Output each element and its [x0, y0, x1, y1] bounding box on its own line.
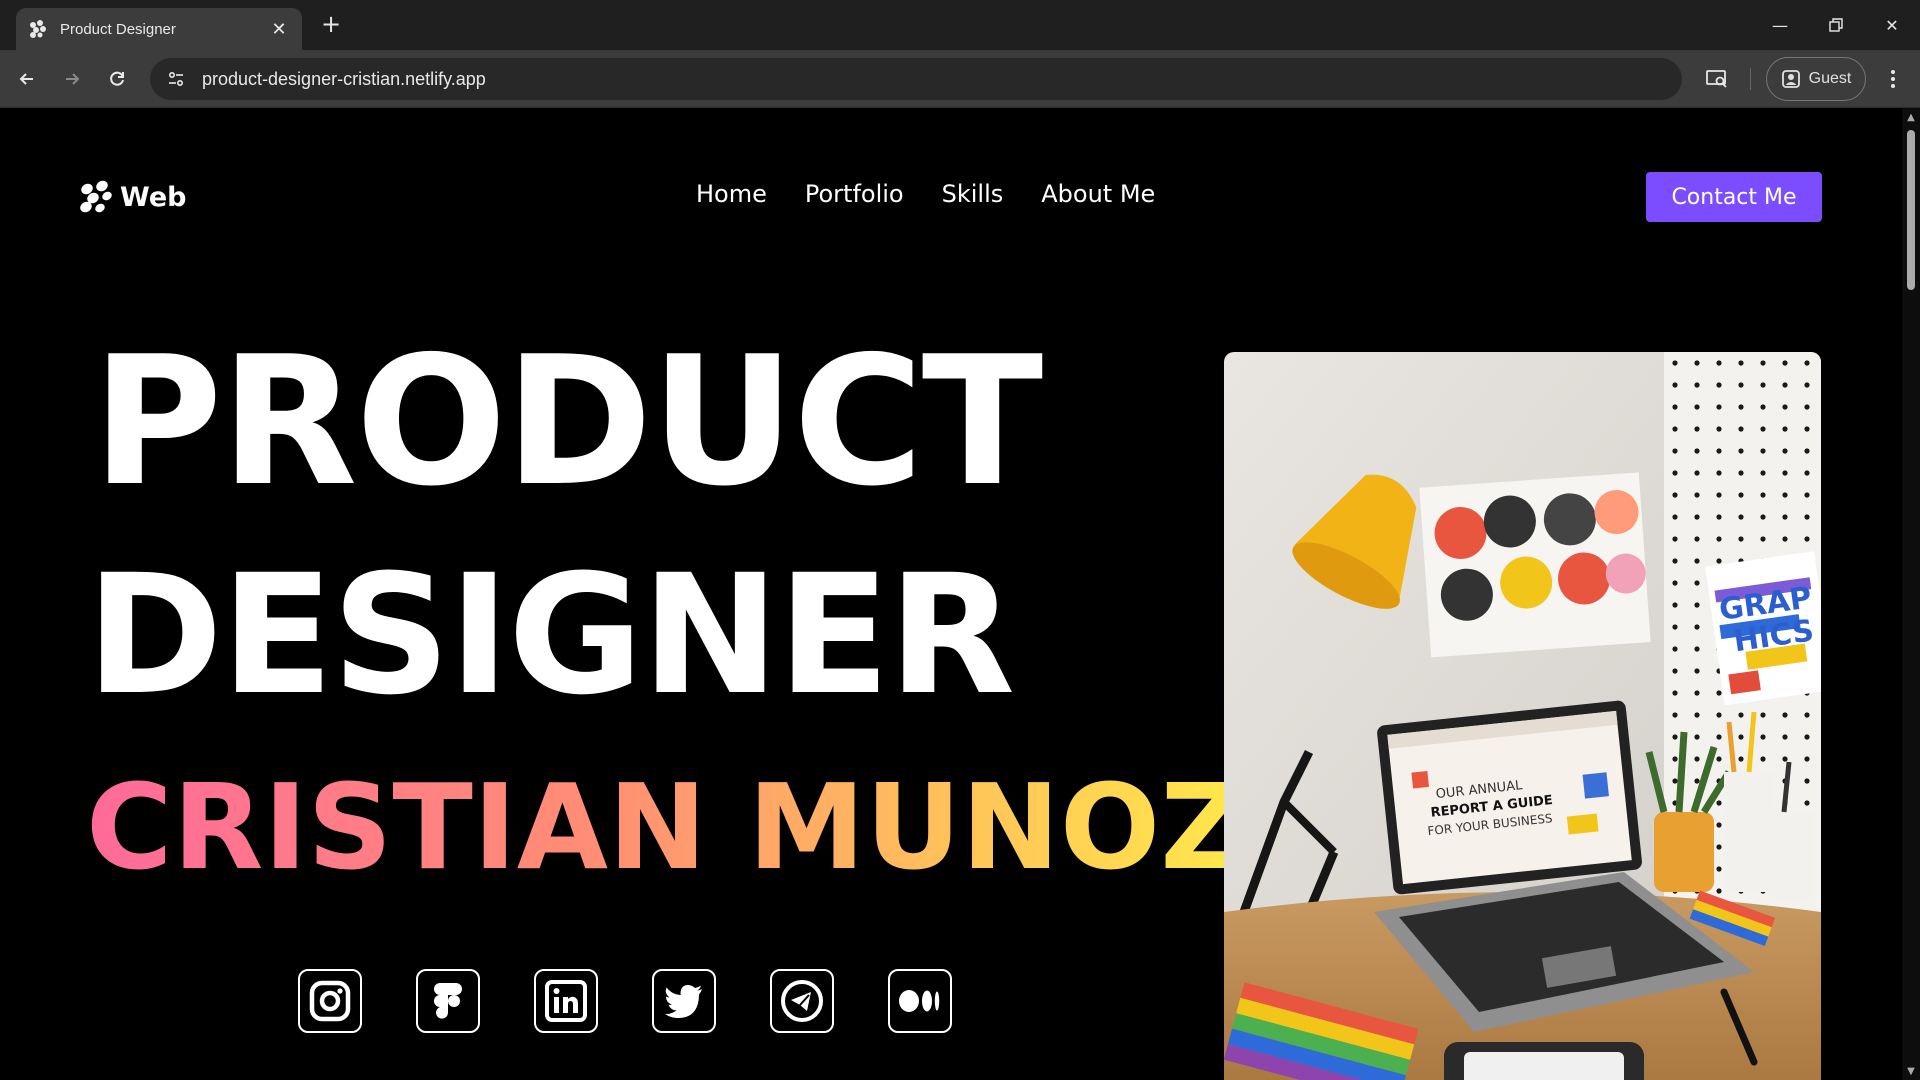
telegram-link[interactable]	[770, 969, 834, 1033]
nav-portfolio[interactable]: Portfolio	[805, 180, 904, 208]
telegram-icon	[781, 980, 823, 1022]
site-navigation: Home Portfolio Skills About Me	[696, 180, 1155, 208]
site-favicon-icon	[28, 19, 48, 39]
minimize-icon[interactable]: —	[1752, 0, 1808, 50]
scroll-up-icon[interactable]: ▲	[1906, 112, 1916, 123]
nav-skills[interactable]: Skills	[942, 180, 1004, 208]
more-vertical-icon	[1891, 70, 1895, 88]
profile-icon	[1781, 70, 1800, 88]
address-bar[interactable]: product-designer-cristian.netlify.app	[150, 58, 1682, 100]
logo-text: Web	[120, 181, 187, 213]
linkedin-link[interactable]	[534, 969, 598, 1033]
site-logo[interactable]: Web	[78, 180, 186, 214]
tab-title: Product Designer	[60, 20, 176, 38]
scrollbar-thumb[interactable]	[1907, 130, 1915, 290]
arrow-right-icon	[66, 73, 80, 85]
figma-link[interactable]	[416, 969, 480, 1033]
browser-tab-strip: Product Designer ✕ + — ✕	[0, 0, 1920, 50]
site-info-icon[interactable]	[156, 59, 196, 99]
hero-title-line-2: DESIGNER	[86, 539, 1015, 731]
twitter-link[interactable]	[652, 969, 716, 1033]
nav-about-me[interactable]: About Me	[1041, 180, 1155, 208]
scroll-down-icon[interactable]: ▼	[1906, 1066, 1916, 1077]
plus-icon: +	[320, 10, 342, 38]
close-window-icon[interactable]: ✕	[1864, 0, 1920, 50]
browser-menu-button[interactable]	[1878, 62, 1908, 96]
new-tab-button[interactable]: +	[318, 12, 344, 38]
url-text: product-designer-cristian.netlify.app	[202, 68, 486, 89]
nav-home[interactable]: Home	[696, 180, 767, 208]
profile-button[interactable]: Guest	[1766, 57, 1866, 101]
hero-workspace-image: GRAP HICS OUR ANNUAL REPORT A GUIDE FOR …	[1224, 352, 1821, 1080]
hero-title-line-1: PRODUCT	[92, 318, 1043, 525]
cast-icon	[1706, 70, 1727, 88]
reload-button[interactable]	[100, 62, 134, 96]
linkedin-icon	[545, 980, 587, 1022]
instagram-icon	[309, 980, 351, 1022]
contact-me-button[interactable]: Contact Me	[1646, 172, 1822, 222]
reload-icon	[110, 71, 124, 86]
forward-button[interactable]	[55, 62, 89, 96]
profile-label: Guest	[1808, 70, 1852, 87]
tab-close-icon[interactable]: ✕	[268, 19, 290, 40]
logo-icon	[80, 180, 112, 213]
social-links	[298, 969, 952, 1033]
medium-link[interactable]	[888, 969, 952, 1033]
arrow-left-icon	[19, 73, 33, 85]
browser-toolbar: product-designer-cristian.netlify.app Gu…	[0, 50, 1920, 108]
page-viewport: Web Home Portfolio Skills About Me Conta…	[0, 108, 1920, 1080]
restore-icon[interactable]	[1808, 0, 1864, 50]
medium-icon	[899, 990, 940, 1012]
twitter-icon	[665, 985, 702, 1018]
back-button[interactable]	[10, 62, 44, 96]
hero-name: CRISTIAN MUNOZ	[86, 758, 1246, 896]
browser-tab[interactable]: Product Designer ✕	[16, 8, 302, 50]
toolbar-divider	[1750, 68, 1751, 90]
instagram-link[interactable]	[298, 969, 362, 1033]
figma-icon	[434, 983, 462, 1019]
cast-button[interactable]	[1700, 62, 1734, 96]
page-scrollbar[interactable]: ▲ ▼	[1902, 108, 1920, 1080]
window-controls: — ✕	[1752, 0, 1920, 50]
